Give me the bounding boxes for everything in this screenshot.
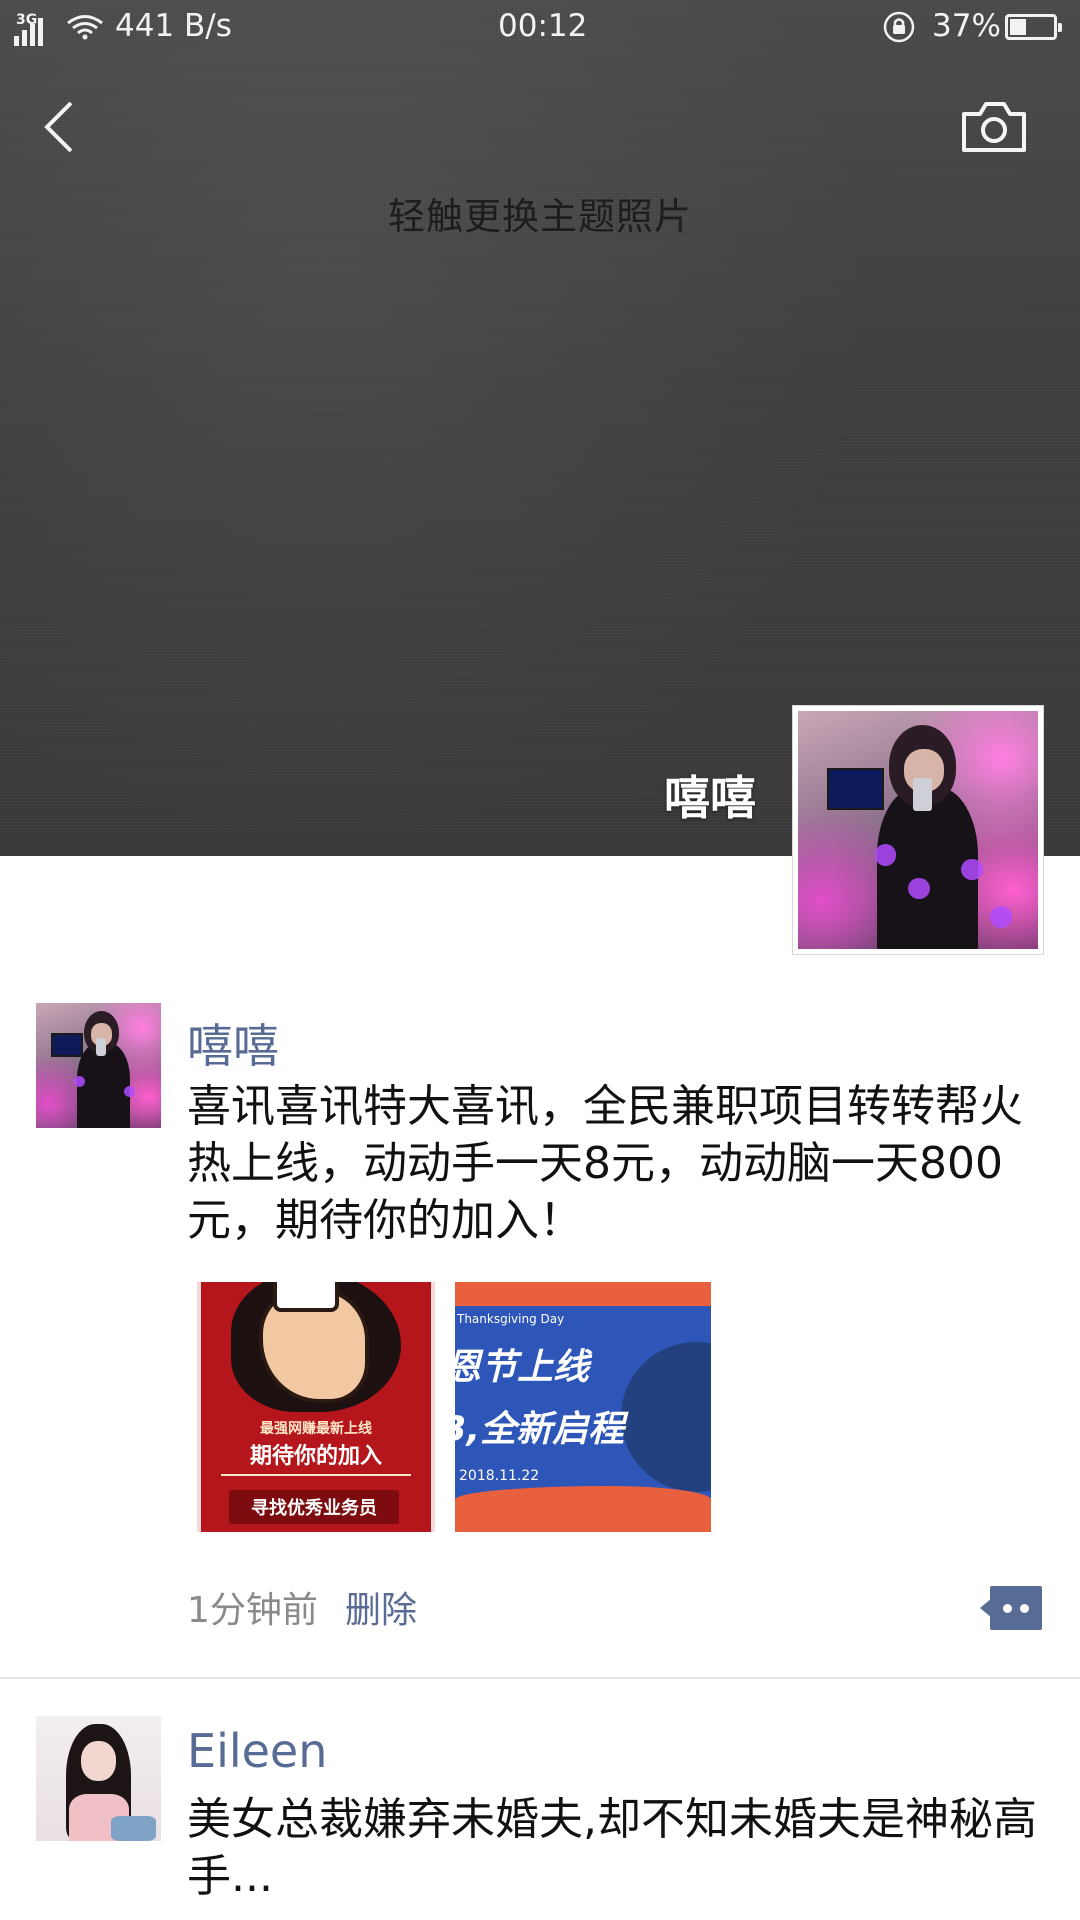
profile-avatar[interactable] [792,705,1044,955]
divider [0,1677,1080,1679]
avatar[interactable] [36,1716,161,1841]
image-line-2: B,全新启程 [455,1409,625,1450]
signal-icon: 3G [14,10,43,46]
chevron-left-icon [44,101,73,153]
post-author-name[interactable]: 嘻嘻 [187,1010,279,1076]
post-text: 喜讯喜讯特大喜讯，全民兼职项目转转帮火热上线，动动手一天8元，动动脑一天800元… [187,1081,1023,1246]
wifi-icon [67,15,103,40]
image-date: 2018.11.22 [459,1468,540,1484]
profile-avatar-image [798,711,1038,949]
profile-name: 嘻嘻 [664,771,756,825]
battery-percent: 37% [932,8,1001,44]
back-button[interactable] [30,95,86,159]
clock: 00:12 [498,8,588,44]
image-sub-title: 寻找优秀业务员 [229,1490,399,1524]
battery-level [1010,19,1026,35]
post-images: 最强网赚最新上线 期待你的加入 寻找优秀业务员 Thanksgiving Day… [197,1282,711,1532]
image-line-1: 恩节上线 [455,1347,590,1388]
post-image-1[interactable]: 最强网赚最新上线 期待你的加入 寻找优秀业务员 [197,1282,435,1532]
delete-button[interactable]: 删除 [345,1581,417,1633]
post-timestamp: 1分钟前 [187,1590,318,1631]
status-bar: 3G 441 B/s 00:12 37% [0,0,1080,56]
avatar[interactable] [36,1003,161,1128]
rotation-lock-icon [883,11,915,43]
camera-button[interactable] [958,96,1030,156]
post-author-name[interactable]: Eileen [187,1724,327,1778]
network-type: 3G [16,12,38,28]
change-cover-hint[interactable]: 轻触更换主题照片 [0,186,1080,240]
comment-like-button[interactable] [980,1586,1042,1630]
post-text: 美女总裁嫌弃未婚夫,却不知未婚夫是神秘高手... [187,1794,1037,1902]
post-image-2[interactable]: Thanksgiving Day 恩节上线 B,全新启程 2018.11.22 [455,1282,711,1532]
image-english-text: Thanksgiving Day [457,1312,565,1326]
image-small-title: 最强网赚最新上线 [260,1421,372,1437]
camera-icon [962,102,1026,152]
image-big-title: 期待你的加入 [221,1438,411,1476]
network-speed: 441 B/s [115,8,232,44]
battery-icon [1005,14,1062,40]
